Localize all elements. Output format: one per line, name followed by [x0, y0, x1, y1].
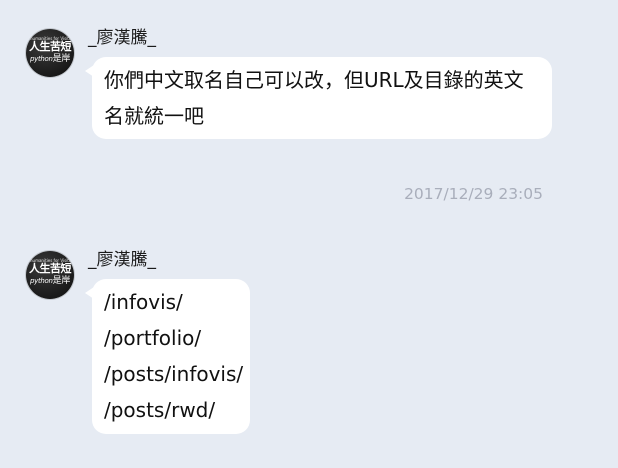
- bubble-tail: [85, 287, 94, 299]
- message-line: /infovis/: [104, 290, 183, 314]
- message-line: 名就統一吧: [104, 104, 204, 128]
- avatar-subtitle: python是岸: [28, 54, 72, 64]
- avatar-title: 人生苦短: [29, 40, 72, 53]
- avatar[interactable]: humanities for VisitNthenare 人生苦短 python…: [26, 251, 74, 299]
- avatar-subtitle-text: 是岸: [52, 54, 71, 64]
- message-line: /posts/rwd/: [104, 398, 216, 422]
- avatar-subtitle-italic: python: [29, 277, 53, 285]
- message-bubble[interactable]: /infovis/ /portfolio/ /posts/infovis/ /p…: [85, 279, 250, 434]
- sender-name[interactable]: _廖漢騰_: [88, 249, 156, 271]
- message-bubble[interactable]: 你們中文取名自己可以改，但URL及目錄的英文 名就統一吧: [85, 57, 552, 139]
- timestamp: 2017/12/29 23:05: [404, 185, 543, 203]
- avatar-title: 人生苦短: [29, 262, 72, 275]
- sender-name[interactable]: _廖漢騰_: [88, 27, 156, 49]
- avatar-subtitle-italic: python: [29, 55, 53, 63]
- bubble-tail: [85, 65, 94, 77]
- avatar-subtitle-text: 是岸: [52, 276, 71, 286]
- message-line: /posts/infovis/: [104, 362, 244, 386]
- avatar[interactable]: humanities for VisitNthenare 人生苦短 python…: [26, 29, 74, 77]
- message-line: /portfolio/: [104, 326, 202, 350]
- avatar-subtitle: python是岸: [28, 276, 72, 286]
- chat-area: humanities for VisitNthenare 人生苦短 python…: [0, 0, 618, 468]
- message-line: 你們中文取名自己可以改，但URL及目錄的英文: [104, 68, 524, 92]
